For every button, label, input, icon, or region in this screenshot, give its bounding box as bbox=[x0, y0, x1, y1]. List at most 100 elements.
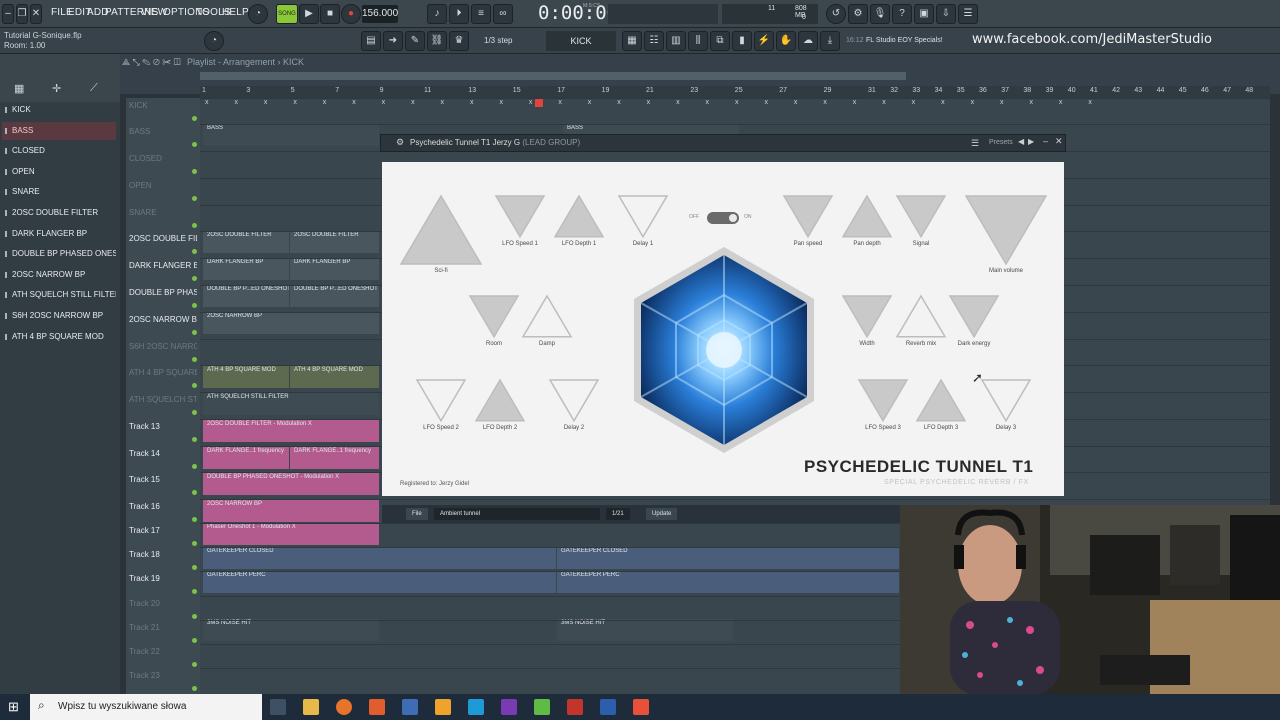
track-enable-icon[interactable] bbox=[192, 169, 197, 174]
loop-record-icon[interactable]: ∞ bbox=[493, 4, 513, 24]
track-header[interactable]: Track 14 bbox=[129, 449, 197, 458]
clip-mod-track13[interactable]: 2OSC DOUBLE FILTER - Modulation X bbox=[203, 420, 379, 442]
clip-noise-hit-2[interactable]: 3MS NOISE HIT bbox=[557, 619, 733, 641]
track-header[interactable]: Track 22 bbox=[129, 647, 197, 656]
track-enable-icon[interactable] bbox=[192, 638, 197, 643]
clip-square-mod[interactable]: ATH 4 BP SQUARE MOD bbox=[203, 366, 289, 388]
clip-gatekeeper-closed[interactable]: GATEKEEPER CLOSED bbox=[203, 547, 556, 569]
track-enable-icon[interactable] bbox=[192, 249, 197, 254]
channel-item[interactable]: 2OSC DOUBLE FILTER bbox=[2, 204, 116, 222]
voicemeeter-icon[interactable] bbox=[567, 699, 583, 715]
track-enable-icon[interactable] bbox=[192, 686, 197, 691]
countdown-icon[interactable]: ≡ bbox=[471, 4, 491, 24]
track-enable-icon[interactable] bbox=[192, 276, 197, 281]
track-enable-icon[interactable] bbox=[192, 142, 197, 147]
clip-mod-track16[interactable]: 2OSC NARROW BP bbox=[203, 500, 379, 522]
preset-prev-icon[interactable]: ◀ bbox=[1018, 137, 1024, 146]
record-icon[interactable]: ● bbox=[341, 4, 361, 24]
app-icon-3[interactable] bbox=[534, 699, 550, 715]
tempo-tap-icon[interactable]: ✋ bbox=[776, 31, 796, 51]
snap-step[interactable]: 1/3 step bbox=[484, 36, 512, 45]
browser-tab-tool-icon[interactable]: ⟋ bbox=[90, 82, 98, 95]
channel-item[interactable]: BASS bbox=[2, 121, 116, 140]
browser-icon[interactable]: ⧉ bbox=[710, 31, 730, 51]
browser-tab-plus-icon[interactable]: ✛ bbox=[52, 82, 61, 95]
track-enable-icon[interactable] bbox=[192, 517, 197, 522]
track-header[interactable]: Track 23 bbox=[129, 671, 197, 680]
preset-next-icon[interactable]: ▶ bbox=[1028, 137, 1034, 146]
minimize-icon[interactable]: – bbox=[2, 4, 14, 24]
volume-knob-icon[interactable]: ◔ bbox=[204, 31, 224, 51]
clip-dark-flanger[interactable]: DARK FLANGER BP bbox=[203, 258, 289, 280]
preset-name-field[interactable]: Ambient tunnel bbox=[434, 508, 600, 520]
stamp-icon[interactable]: ♛ bbox=[449, 31, 469, 51]
mic-icon[interactable]: 🎙 bbox=[870, 4, 890, 24]
browser-tab-icon[interactable]: ▦ bbox=[14, 82, 24, 95]
menu-help[interactable]: HELP bbox=[222, 7, 249, 18]
clip-2osc-double-filter-2[interactable]: 2OSC DOUBLE FILTER bbox=[290, 231, 379, 253]
chat-icon[interactable]: ☰ bbox=[958, 4, 978, 24]
draw-icon[interactable]: ✎ bbox=[405, 31, 425, 51]
close-icon[interactable]: ✕ bbox=[30, 4, 42, 24]
plugin-gear-icon[interactable]: ⚙ bbox=[396, 137, 404, 148]
piano-icon[interactable]: ▥ bbox=[666, 31, 686, 51]
clip-dark-flanger-2[interactable]: DARK FLANGER BP bbox=[290, 258, 379, 280]
track-enable-icon[interactable] bbox=[192, 662, 197, 667]
stop-icon[interactable]: ■ bbox=[320, 4, 340, 24]
play-icon[interactable]: ▶ bbox=[299, 4, 319, 24]
track-enable-icon[interactable] bbox=[192, 565, 197, 570]
clip-gatekeeper-closed-2[interactable]: GATEKEEPER CLOSED bbox=[557, 547, 899, 569]
track-header[interactable]: CLOSED bbox=[129, 154, 197, 163]
channel-item[interactable]: KICK bbox=[2, 101, 116, 119]
restore-icon[interactable]: ❐ bbox=[16, 4, 28, 24]
track-header[interactable]: Track 21 bbox=[129, 623, 197, 632]
track-header[interactable]: KICK bbox=[129, 101, 197, 110]
skype-icon[interactable] bbox=[468, 699, 484, 715]
track-header[interactable]: Track 17 bbox=[129, 526, 197, 535]
plugin-close-icon[interactable]: ✕ bbox=[1055, 136, 1063, 147]
clip-mod-track14[interactable]: DARK FLANGE..1 frequency bbox=[203, 447, 289, 469]
render-icon[interactable]: ⇩ bbox=[936, 4, 956, 24]
pattern-selector[interactable]: KICK bbox=[546, 31, 616, 51]
playhead-marker[interactable] bbox=[535, 99, 543, 107]
track-enable-icon[interactable] bbox=[192, 330, 197, 335]
timeline-ruler[interactable]: 1 3 5 7 9 11 13 15 17 19 21 23 25 27 29 31 32 33 34 35 36 37 3… bbox=[200, 86, 1270, 98]
clip-gatekeeper-perc[interactable]: GATEKEEPER PERC bbox=[203, 571, 556, 593]
firefox-icon[interactable] bbox=[336, 699, 352, 715]
track-header[interactable]: Track 18 bbox=[129, 550, 197, 559]
channel-item[interactable]: ATH SQUELCH STILL FILTER bbox=[2, 286, 116, 304]
track-header[interactable]: Track 16 bbox=[129, 502, 197, 511]
explorer-icon[interactable] bbox=[303, 699, 319, 715]
playlist-icon[interactable]: ▦ bbox=[622, 31, 642, 51]
cloud-icon[interactable]: ☁ bbox=[798, 31, 818, 51]
app-icon-4[interactable] bbox=[633, 699, 649, 715]
track-header[interactable]: OPEN bbox=[129, 181, 197, 190]
app-icon-1[interactable] bbox=[369, 699, 385, 715]
channel-item[interactable]: ATH 4 BP SQUARE MOD bbox=[2, 328, 116, 346]
plugin-menu-icon[interactable]: ☰ bbox=[971, 138, 979, 149]
channel-rack-icon[interactable]: ☷ bbox=[644, 31, 664, 51]
channel-item[interactable]: OPEN bbox=[2, 163, 116, 181]
clip-square-mod-2[interactable]: ATH 4 BP SQUARE MOD bbox=[290, 366, 379, 388]
track-enable-icon[interactable] bbox=[192, 437, 197, 442]
file-button[interactable]: File bbox=[406, 508, 428, 520]
app-icon-2[interactable] bbox=[402, 699, 418, 715]
track-header[interactable]: Track 19 bbox=[129, 574, 197, 583]
plugin-minimize-icon[interactable]: – bbox=[1043, 136, 1048, 146]
plug-icon[interactable]: ⚡ bbox=[754, 31, 774, 51]
track-enable-icon[interactable] bbox=[192, 589, 197, 594]
undo-icon[interactable]: ↺ bbox=[826, 4, 846, 24]
track-enable-icon[interactable] bbox=[192, 303, 197, 308]
track-header[interactable]: BASS bbox=[129, 127, 197, 136]
track-enable-icon[interactable] bbox=[192, 116, 197, 121]
channel-item[interactable]: SNARE bbox=[2, 183, 116, 201]
presets-label[interactable]: Presets bbox=[989, 139, 1013, 146]
mixer-slider-icon[interactable]: ⫼ bbox=[688, 31, 708, 51]
fl-studio-icon[interactable] bbox=[435, 699, 451, 715]
playlist-tools-icon[interactable]: ⟁ ⤡ ✎ ⊘ ✂ ◫ bbox=[122, 57, 192, 69]
download-icon[interactable]: ⤓ bbox=[820, 31, 840, 51]
track-header[interactable]: 2OSC DOUBLE FILTER bbox=[129, 234, 197, 243]
track-header[interactable]: ATH 4 BP SQUARE MO bbox=[129, 368, 197, 377]
channel-item[interactable]: CLOSED bbox=[2, 142, 116, 160]
metronome-icon[interactable]: ♪ bbox=[427, 4, 447, 24]
